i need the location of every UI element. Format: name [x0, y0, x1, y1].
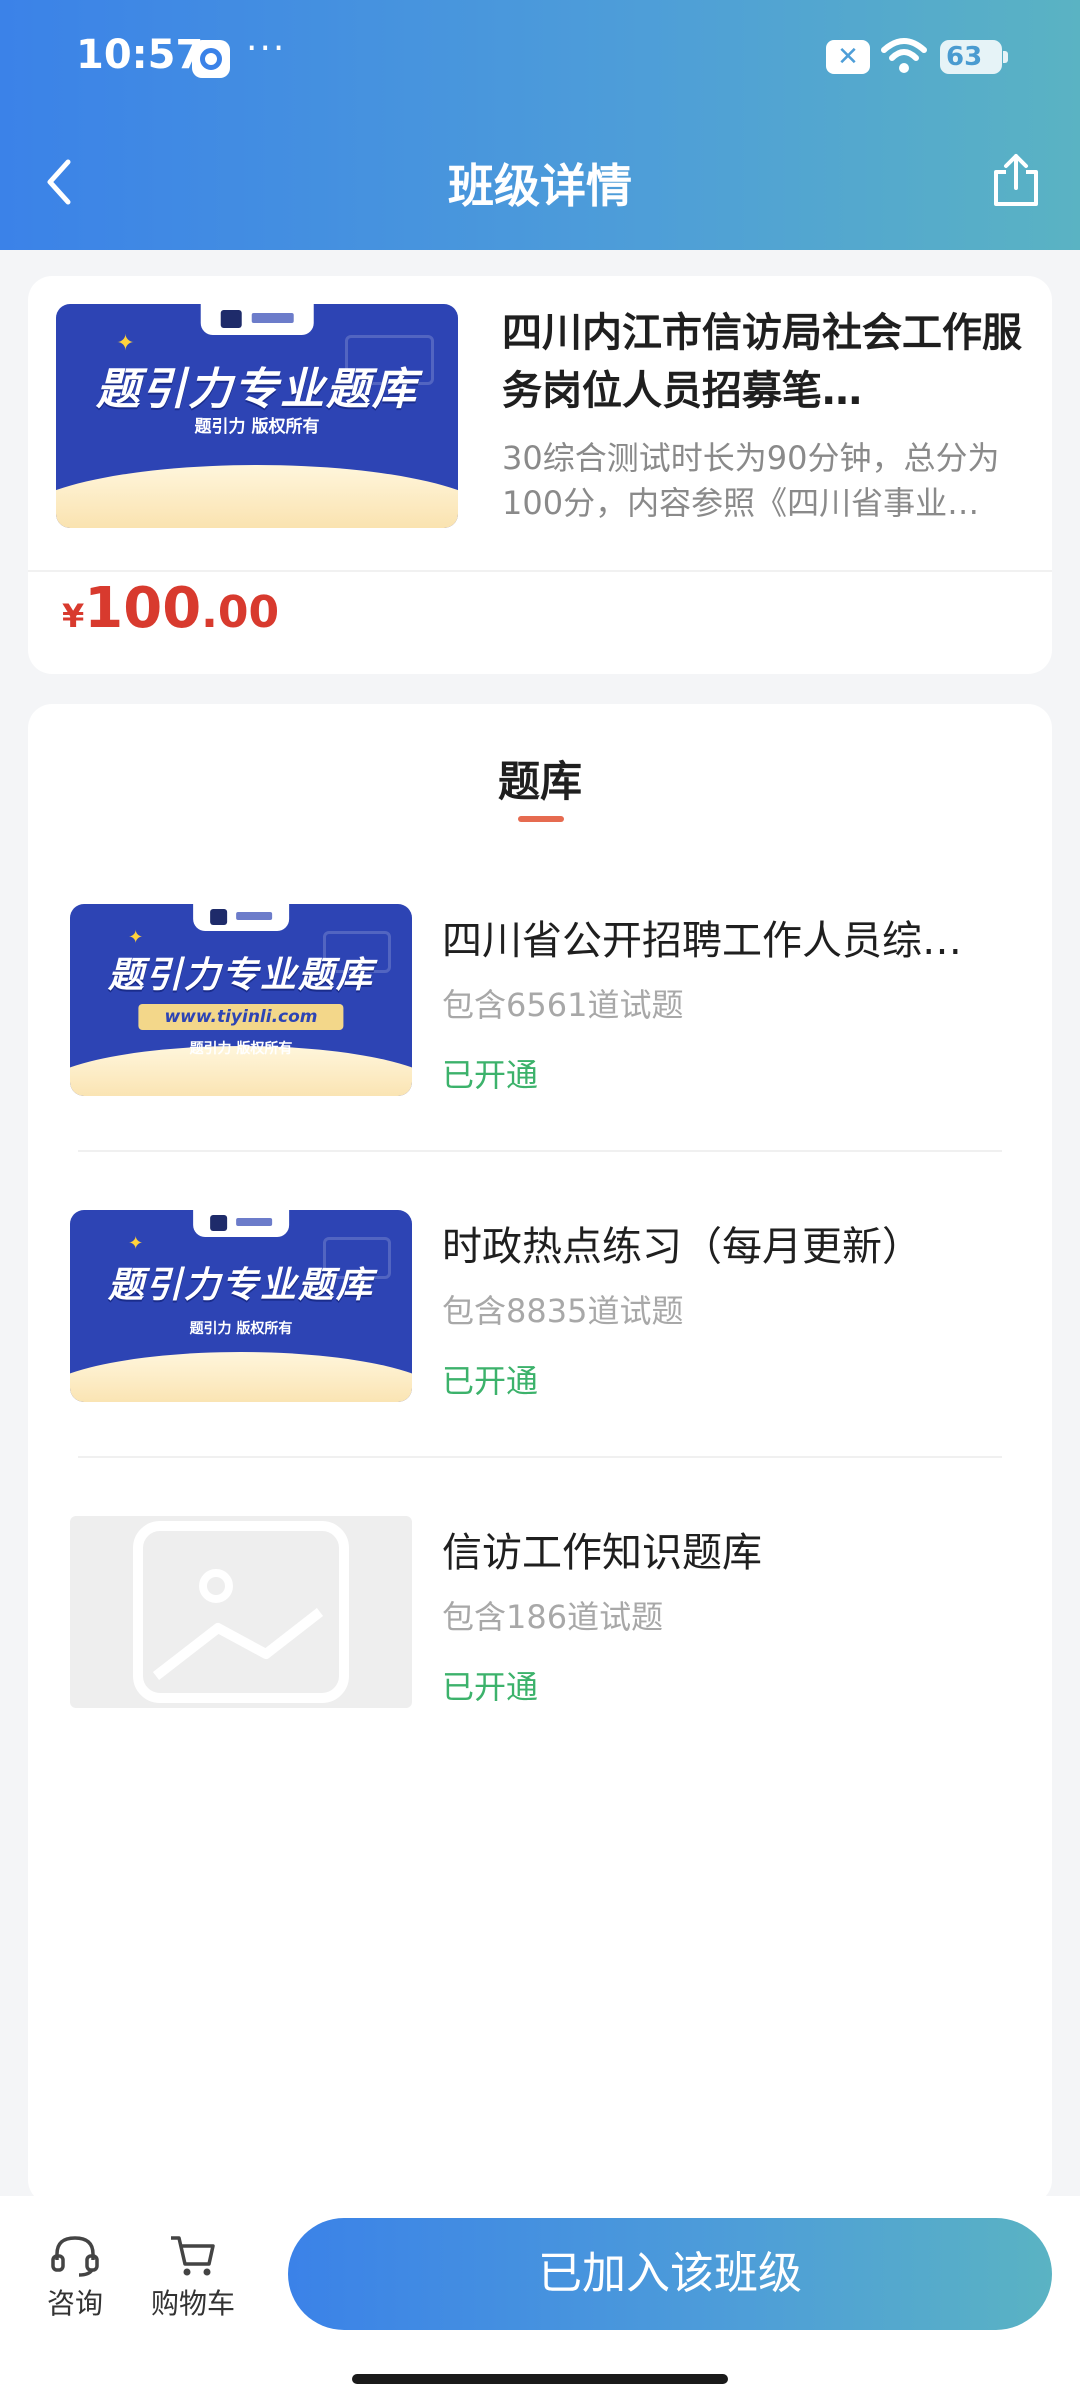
cover-headline: 题引力专业题库	[107, 1265, 374, 1307]
no-sim-icon: ✕	[826, 40, 870, 74]
share-button[interactable]	[990, 150, 1042, 210]
class-title[interactable]: 四川内江市信访局社会工作服务岗位人员招募笔…	[502, 304, 1022, 420]
cover-copyright: 题引力 版权所有	[194, 416, 320, 437]
item-name: 时政热点练习（每月更新）	[442, 1224, 922, 1270]
cart-button[interactable]: 购物车	[148, 2232, 238, 2322]
class-cover-image: ✦ 题引力专业题库 题引力 版权所有	[56, 304, 458, 528]
cart-label: 购物车	[150, 2287, 235, 2320]
question-bank-item[interactable]: 信访工作知识题库 包含186道试题 已开通	[28, 1516, 1052, 1816]
divider	[28, 570, 1052, 572]
price-integer: 100	[84, 576, 202, 641]
status-time: 10:57	[76, 32, 204, 78]
item-name: 信访工作知识题库	[442, 1530, 762, 1576]
home-indicator[interactable]	[352, 2374, 728, 2384]
tab-active-indicator	[518, 816, 564, 822]
bottom-action-bar: 咨询 购物车 已加入该班级	[0, 2196, 1080, 2400]
item-cover-image: ✦ 题引力专业题库 www.tiyinli.com 题引力 版权所有	[70, 904, 412, 1096]
item-status: 已开通	[442, 1056, 539, 1094]
header-bar: 10:57 ··· ✕ 63 班级详情	[0, 0, 1080, 250]
image-placeholder-icon	[70, 1516, 412, 1708]
shopping-cart-icon	[171, 2236, 215, 2276]
item-question-count: 包含186道试题	[442, 1598, 664, 1636]
more-notifications-icon: ···	[246, 28, 287, 69]
cover-headline: 题引力专业题库	[107, 955, 374, 997]
class-description: 30综合测试时长为90分钟，总分为100分，内容参照《四川省事业…	[502, 439, 1000, 522]
price-currency: ¥	[62, 597, 85, 635]
headset-icon	[51, 2236, 99, 2277]
cover-headline: 题引力专业题库	[96, 364, 418, 416]
consult-label: 咨询	[46, 2287, 103, 2320]
status-bar: 10:57 ··· ✕ 63	[0, 28, 1080, 92]
item-name: 四川省公开招聘工作人员综…	[442, 918, 962, 964]
app-notification-icon	[192, 40, 230, 78]
item-status: 已开通	[442, 1362, 539, 1400]
class-price: ¥100.00	[62, 576, 279, 641]
item-question-count: 包含6561道试题	[442, 986, 684, 1024]
item-cover-image: ✦ 题引力专业题库 题引力 版权所有	[70, 1210, 412, 1402]
item-status: 已开通	[442, 1668, 539, 1706]
cover-url: www.tiyinli.com	[138, 1003, 344, 1030]
tab-question-bank[interactable]: 题库	[28, 748, 1052, 809]
divider	[78, 1456, 1002, 1458]
question-bank-item[interactable]: ✦ 题引力专业题库 www.tiyinli.com 题引力 版权所有 四川省公开…	[28, 904, 1052, 1204]
question-bank-card: 题库 ✦ 题引力专业题库 www.tiyinli.com 题引力 版权所有 四川…	[28, 704, 1052, 2204]
question-bank-item[interactable]: ✦ 题引力专业题库 题引力 版权所有 时政热点练习（每月更新） 包含8835道试…	[28, 1210, 1052, 1510]
consult-button[interactable]: 咨询	[30, 2232, 120, 2322]
page-title: 班级详情	[448, 159, 632, 213]
battery-icon: 63	[940, 40, 1008, 74]
cover-copyright: 题引力 版权所有	[189, 1320, 293, 1337]
wifi-icon	[881, 38, 927, 73]
divider	[78, 1150, 1002, 1152]
class-info-card: ✦ 题引力专业题库 题引力 版权所有 四川内江市信访局社会工作服务岗位人员招募笔…	[28, 276, 1052, 674]
item-question-count: 包含8835道试题	[442, 1292, 684, 1330]
joined-class-button[interactable]: 已加入该班级	[288, 2218, 1052, 2330]
price-decimal: .00	[201, 587, 280, 638]
cover-copyright: 题引力 版权所有	[189, 1041, 293, 1058]
